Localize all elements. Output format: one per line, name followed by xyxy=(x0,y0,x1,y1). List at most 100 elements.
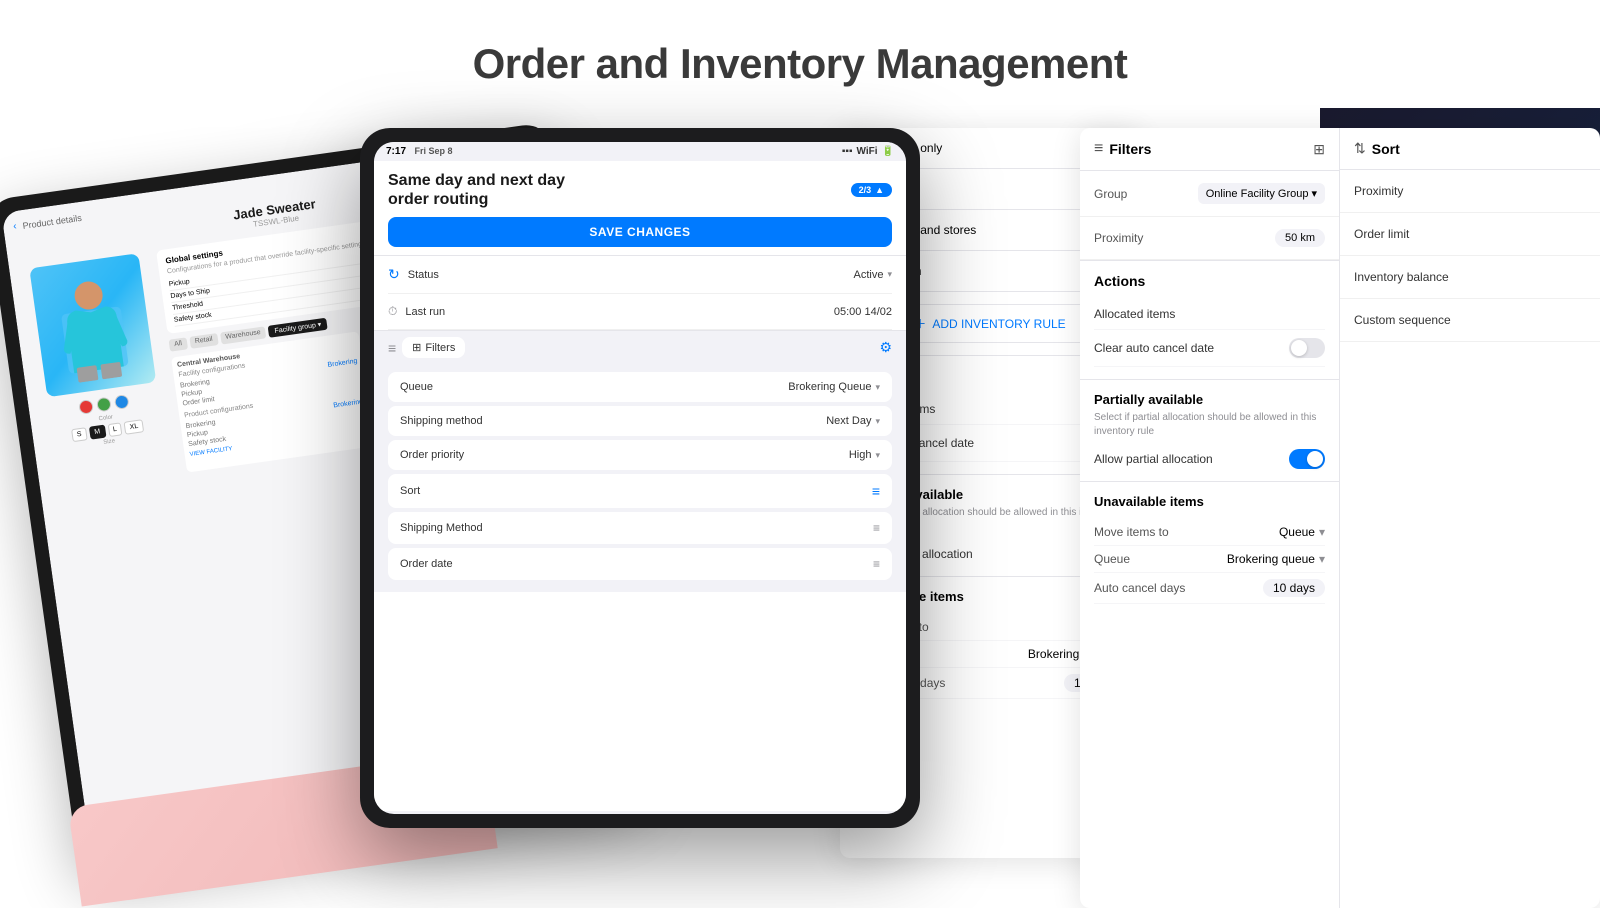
color-red[interactable] xyxy=(78,399,94,415)
queue-uv-chevron-2: ▾ xyxy=(1319,552,1325,566)
shipping-method-chevron: ▾ xyxy=(875,416,880,427)
queue-row-2[interactable]: Queue Brokering queue ▾ xyxy=(1094,546,1325,573)
filter-lines-icon: ≡ xyxy=(388,340,396,356)
color-blue[interactable] xyxy=(114,394,130,410)
sort-order-limit-label: Order limit xyxy=(1354,227,1409,241)
allow-partial-action-2[interactable]: Allow partial allocation xyxy=(1094,449,1325,469)
move-items-label-2: Move items to xyxy=(1094,525,1169,539)
routing-meta-rows: ↻ Status Active ▾ ⏱ Last run xyxy=(374,256,906,330)
sort-label: Sort xyxy=(400,485,420,497)
chevron-up-icon: ▲ xyxy=(875,185,884,195)
status-date: Fri Sep 8 xyxy=(415,146,453,156)
unavailable-sub-title: Unavailable items xyxy=(1094,494,1325,509)
sort-header: ⇅ Sort xyxy=(1340,128,1600,170)
color-green[interactable] xyxy=(96,397,112,413)
unavailable-sub-section: Unavailable items Move items to Queue ▾ … xyxy=(1080,482,1339,616)
filters-panel: ≡ Filters ⊞ Group Online Facility Group … xyxy=(1080,128,1340,908)
tab-warehouse[interactable]: Warehouse xyxy=(220,326,267,344)
order-priority-filter-row[interactable]: Order priority High ▾ xyxy=(388,440,892,470)
central-warehouse-card: Central Warehouse Facility configuration… xyxy=(171,331,374,472)
tab-all[interactable]: All xyxy=(169,337,188,351)
queue-label: Queue xyxy=(400,381,433,393)
filters-control-bar: ≡ ⊞ Filters ⚙ xyxy=(374,330,906,364)
move-items-row-2[interactable]: Move items to Queue ▾ xyxy=(1094,519,1325,546)
auto-cancel-days-row-2[interactable]: Auto cancel days 10 days xyxy=(1094,573,1325,604)
add-rule-label: ADD INVENTORY RULE xyxy=(932,317,1065,331)
status-value: Active xyxy=(854,269,884,281)
group-filter-row[interactable]: Group Online Facility Group ▾ xyxy=(1080,171,1339,217)
group-value: Online Facility Group xyxy=(1206,188,1309,200)
clear-cancel-date-toggle-2[interactable] xyxy=(1289,338,1325,358)
order-date-filter-row[interactable]: Order date ≡ xyxy=(388,548,892,580)
group-chevron: ▾ xyxy=(1311,187,1317,200)
status-time: 7:17 xyxy=(386,146,406,157)
order-routing-screen: Same day and next dayorder routing 2/3 ▲… xyxy=(374,161,906,811)
tablet-middle: 7:17 Fri Sep 8 ▪▪▪ WiFi 🔋 Same day and n… xyxy=(360,128,920,828)
filters-settings-icon: ⊞ xyxy=(1313,141,1325,158)
product-image xyxy=(29,253,156,397)
size-l[interactable]: L xyxy=(107,422,123,437)
sort-arrows-icon: ⇅ xyxy=(1354,140,1366,157)
tablet-middle-screen: 7:17 Fri Sep 8 ▪▪▪ WiFi 🔋 Same day and n… xyxy=(374,142,906,814)
order-priority-value: High xyxy=(849,449,872,461)
queue-uv-label-2: Queue xyxy=(1094,552,1130,566)
filters-header: ≡ Filters ⊞ xyxy=(1080,128,1339,171)
sort-item-proximity[interactable]: Proximity xyxy=(1340,170,1600,213)
pickup-val-cw xyxy=(358,367,359,374)
sort-custom-sequence-label: Custom sequence xyxy=(1354,313,1451,327)
shipping-method-filter-row[interactable]: Shipping method Next Day ▾ xyxy=(388,406,892,436)
signal-icon: ▪▪▪ xyxy=(842,146,853,157)
order-routing-badge: 2/3 ▲ xyxy=(851,183,892,197)
back-arrow-icon[interactable]: ‹ xyxy=(13,221,18,232)
sort-filter-row[interactable]: Sort ≡ xyxy=(388,474,892,508)
shipping-method-value: Next Day xyxy=(826,415,871,427)
filter-eq-icon: ≡ xyxy=(1094,140,1103,158)
filters-badge[interactable]: ⊞ Filters xyxy=(402,337,465,358)
filter-settings-icon[interactable]: ⚙ xyxy=(879,339,892,356)
last-run-value: 05:00 14/02 xyxy=(834,306,892,318)
order-routing-title: Same day and next dayorder routing xyxy=(388,171,565,209)
tab-facility-group[interactable]: Facility group ▾ xyxy=(268,318,328,338)
allow-partial-toggle-2[interactable] xyxy=(1289,449,1325,469)
order-priority-chevron: ▾ xyxy=(875,450,880,461)
clear-cancel-date-action-2[interactable]: Clear auto cancel date xyxy=(1094,330,1325,367)
safety-stock-label: Safety stock xyxy=(173,312,212,324)
pickup-label: Pickup xyxy=(168,278,190,288)
allow-partial-label-2: Allow partial allocation xyxy=(1094,452,1213,466)
partial-sub-title: Partially available xyxy=(1094,392,1325,407)
sort-item-order-limit[interactable]: Order limit xyxy=(1340,213,1600,256)
proximity-filter-row[interactable]: Proximity 50 km xyxy=(1080,217,1339,260)
queue-value: Brokering Queue xyxy=(788,381,871,393)
proximity-value: 50 km xyxy=(1275,229,1325,247)
group-label: Group xyxy=(1094,187,1127,201)
size-s[interactable]: S xyxy=(71,427,87,442)
order-priority-label: Order priority xyxy=(400,449,464,461)
clock-icon: ⏱ xyxy=(388,304,397,319)
size-xl[interactable]: XL xyxy=(124,419,144,434)
shipping-method-2-filter-row[interactable]: Shipping Method ≡ xyxy=(388,512,892,544)
status-chevron: ▾ xyxy=(887,269,892,280)
order-routing-header: Same day and next dayorder routing 2/3 ▲… xyxy=(374,161,906,256)
page-title: Order and Inventory Management xyxy=(0,40,1600,88)
sort-item-custom-sequence[interactable]: Custom sequence xyxy=(1340,299,1600,342)
size-m[interactable]: M xyxy=(89,425,106,440)
sort-item-inventory-balance[interactable]: Inventory balance xyxy=(1340,256,1600,299)
tab-retail[interactable]: Retail xyxy=(189,333,218,349)
allocated-items-action-2[interactable]: Allocated items xyxy=(1094,299,1325,330)
sort-inventory-balance-label: Inventory balance xyxy=(1354,270,1449,284)
group-dropdown[interactable]: Online Facility Group ▾ xyxy=(1198,183,1325,204)
battery-icon: 🔋 xyxy=(882,146,894,157)
save-changes-button[interactable]: SAVE CHANGES xyxy=(388,217,892,247)
auto-cancel-days-value-2: 10 days xyxy=(1263,579,1325,597)
order-date-icon: ≡ xyxy=(873,557,880,571)
filters-label: Filters xyxy=(425,342,455,354)
status-bar: 7:17 Fri Sep 8 ▪▪▪ WiFi 🔋 xyxy=(374,142,906,161)
queue-filter-row[interactable]: Queue Brokering Queue ▾ xyxy=(388,372,892,402)
partial-sub-section: Partially available Select if partial al… xyxy=(1080,380,1339,482)
partial-sub-desc: Select if partial allocation should be a… xyxy=(1094,411,1325,439)
wifi-icon: WiFi xyxy=(857,146,878,157)
sort-control-icon: ≡ xyxy=(872,483,880,499)
queue-chevron: ▾ xyxy=(875,382,880,393)
sort-panel-title: Sort xyxy=(1372,141,1400,157)
auto-cancel-days-label-2: Auto cancel days xyxy=(1094,581,1185,595)
